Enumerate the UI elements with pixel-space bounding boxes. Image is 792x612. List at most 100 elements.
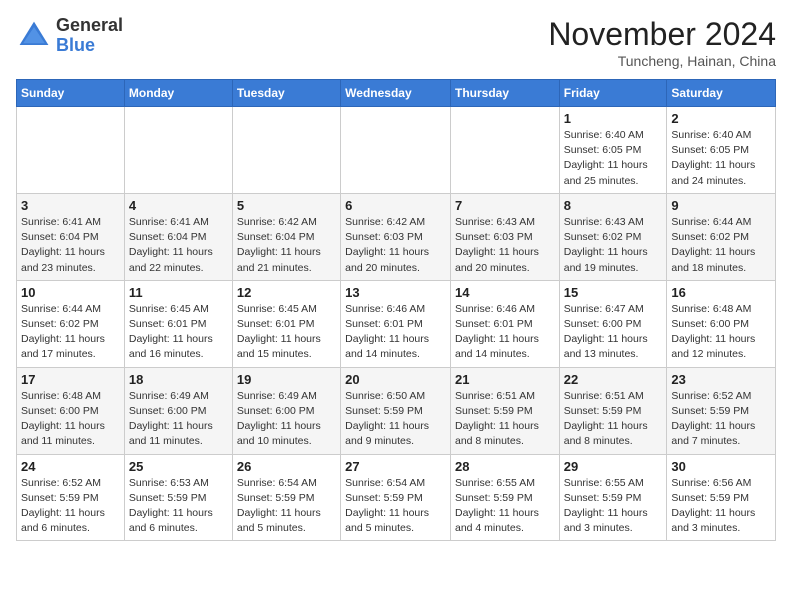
calendar-week-row: 17 Sunrise: 6:48 AM Sunset: 6:00 PM Dayli… xyxy=(17,367,776,454)
calendar-cell: 27 Sunrise: 6:54 AM Sunset: 5:59 PM Dayli… xyxy=(341,454,451,541)
day-info: Sunrise: 6:54 AM Sunset: 5:59 PM Dayligh… xyxy=(345,476,446,537)
day-info: Sunrise: 6:42 AM Sunset: 6:03 PM Dayligh… xyxy=(345,215,446,276)
day-info: Sunrise: 6:48 AM Sunset: 6:00 PM Dayligh… xyxy=(21,389,120,450)
day-info: Sunrise: 6:54 AM Sunset: 5:59 PM Dayligh… xyxy=(237,476,336,537)
calendar-cell: 29 Sunrise: 6:55 AM Sunset: 5:59 PM Dayli… xyxy=(559,454,667,541)
calendar-week-row: 24 Sunrise: 6:52 AM Sunset: 5:59 PM Dayli… xyxy=(17,454,776,541)
day-number: 28 xyxy=(455,459,555,474)
day-number: 25 xyxy=(129,459,228,474)
day-number: 9 xyxy=(671,198,771,213)
calendar-cell: 2 Sunrise: 6:40 AM Sunset: 6:05 PM Daylig… xyxy=(667,107,776,194)
calendar-cell: 25 Sunrise: 6:53 AM Sunset: 5:59 PM Dayli… xyxy=(124,454,232,541)
calendar-cell: 30 Sunrise: 6:56 AM Sunset: 5:59 PM Dayli… xyxy=(667,454,776,541)
day-number: 15 xyxy=(564,285,663,300)
day-number: 19 xyxy=(237,372,336,387)
calendar-cell: 21 Sunrise: 6:51 AM Sunset: 5:59 PM Dayli… xyxy=(450,367,559,454)
weekday-header: Tuesday xyxy=(232,80,340,107)
calendar-cell: 20 Sunrise: 6:50 AM Sunset: 5:59 PM Dayli… xyxy=(341,367,451,454)
day-info: Sunrise: 6:44 AM Sunset: 6:02 PM Dayligh… xyxy=(671,215,771,276)
day-info: Sunrise: 6:46 AM Sunset: 6:01 PM Dayligh… xyxy=(345,302,446,363)
calendar-week-row: 3 Sunrise: 6:41 AM Sunset: 6:04 PM Daylig… xyxy=(17,193,776,280)
calendar-cell xyxy=(124,107,232,194)
day-info: Sunrise: 6:52 AM Sunset: 5:59 PM Dayligh… xyxy=(21,476,120,537)
calendar-cell xyxy=(450,107,559,194)
weekday-header: Thursday xyxy=(450,80,559,107)
day-number: 6 xyxy=(345,198,446,213)
calendar-cell: 23 Sunrise: 6:52 AM Sunset: 5:59 PM Dayli… xyxy=(667,367,776,454)
calendar-cell: 8 Sunrise: 6:43 AM Sunset: 6:02 PM Daylig… xyxy=(559,193,667,280)
day-number: 29 xyxy=(564,459,663,474)
day-number: 17 xyxy=(21,372,120,387)
day-number: 5 xyxy=(237,198,336,213)
day-info: Sunrise: 6:51 AM Sunset: 5:59 PM Dayligh… xyxy=(564,389,663,450)
logo-icon xyxy=(16,18,52,54)
day-number: 7 xyxy=(455,198,555,213)
title-block: November 2024 Tuncheng, Hainan, China xyxy=(548,16,776,69)
day-number: 30 xyxy=(671,459,771,474)
day-info: Sunrise: 6:49 AM Sunset: 6:00 PM Dayligh… xyxy=(129,389,228,450)
day-info: Sunrise: 6:43 AM Sunset: 6:03 PM Dayligh… xyxy=(455,215,555,276)
day-info: Sunrise: 6:45 AM Sunset: 6:01 PM Dayligh… xyxy=(129,302,228,363)
day-info: Sunrise: 6:56 AM Sunset: 5:59 PM Dayligh… xyxy=(671,476,771,537)
day-info: Sunrise: 6:52 AM Sunset: 5:59 PM Dayligh… xyxy=(671,389,771,450)
day-info: Sunrise: 6:51 AM Sunset: 5:59 PM Dayligh… xyxy=(455,389,555,450)
day-number: 3 xyxy=(21,198,120,213)
day-number: 20 xyxy=(345,372,446,387)
day-info: Sunrise: 6:44 AM Sunset: 6:02 PM Dayligh… xyxy=(21,302,120,363)
calendar-cell xyxy=(17,107,125,194)
calendar-cell: 16 Sunrise: 6:48 AM Sunset: 6:00 PM Dayli… xyxy=(667,280,776,367)
day-number: 4 xyxy=(129,198,228,213)
calendar-cell: 11 Sunrise: 6:45 AM Sunset: 6:01 PM Dayli… xyxy=(124,280,232,367)
calendar-cell: 14 Sunrise: 6:46 AM Sunset: 6:01 PM Dayli… xyxy=(450,280,559,367)
day-number: 8 xyxy=(564,198,663,213)
day-info: Sunrise: 6:47 AM Sunset: 6:00 PM Dayligh… xyxy=(564,302,663,363)
day-number: 27 xyxy=(345,459,446,474)
logo: General Blue xyxy=(16,16,123,56)
day-number: 13 xyxy=(345,285,446,300)
calendar-cell: 17 Sunrise: 6:48 AM Sunset: 6:00 PM Dayli… xyxy=(17,367,125,454)
calendar-cell: 22Sunrise: 6:51 AM Sunset: 5:59 PM Dayli… xyxy=(559,367,667,454)
day-info: Sunrise: 6:45 AM Sunset: 6:01 PM Dayligh… xyxy=(237,302,336,363)
day-info: Sunrise: 6:55 AM Sunset: 5:59 PM Dayligh… xyxy=(564,476,663,537)
day-info: Sunrise: 6:42 AM Sunset: 6:04 PM Dayligh… xyxy=(237,215,336,276)
day-info: Sunrise: 6:53 AM Sunset: 5:59 PM Dayligh… xyxy=(129,476,228,537)
day-number: 24 xyxy=(21,459,120,474)
day-number: 11 xyxy=(129,285,228,300)
day-info: Sunrise: 6:41 AM Sunset: 6:04 PM Dayligh… xyxy=(21,215,120,276)
month-title: November 2024 xyxy=(548,16,776,53)
day-number: 2 xyxy=(671,111,771,126)
day-info: Sunrise: 6:43 AM Sunset: 6:02 PM Dayligh… xyxy=(564,215,663,276)
calendar-table: SundayMondayTuesdayWednesdayThursdayFrid… xyxy=(16,79,776,541)
location-subtitle: Tuncheng, Hainan, China xyxy=(548,53,776,69)
calendar-cell: 7 Sunrise: 6:43 AM Sunset: 6:03 PM Daylig… xyxy=(450,193,559,280)
day-number: 23 xyxy=(671,372,771,387)
weekday-header: Friday xyxy=(559,80,667,107)
day-number: 21 xyxy=(455,372,555,387)
logo-text: General Blue xyxy=(56,16,123,56)
calendar-cell: 3 Sunrise: 6:41 AM Sunset: 6:04 PM Daylig… xyxy=(17,193,125,280)
calendar-cell: 18 Sunrise: 6:49 AM Sunset: 6:00 PM Dayli… xyxy=(124,367,232,454)
calendar-cell: 24 Sunrise: 6:52 AM Sunset: 5:59 PM Dayli… xyxy=(17,454,125,541)
calendar-cell: 26Sunrise: 6:54 AM Sunset: 5:59 PM Dayli… xyxy=(232,454,340,541)
weekday-header: Sunday xyxy=(17,80,125,107)
calendar-cell: 10Sunrise: 6:44 AM Sunset: 6:02 PM Dayli… xyxy=(17,280,125,367)
calendar-cell: 28Sunrise: 6:55 AM Sunset: 5:59 PM Dayli… xyxy=(450,454,559,541)
day-info: Sunrise: 6:48 AM Sunset: 6:00 PM Dayligh… xyxy=(671,302,771,363)
calendar-cell: 13 Sunrise: 6:46 AM Sunset: 6:01 PM Dayli… xyxy=(341,280,451,367)
calendar-cell xyxy=(232,107,340,194)
day-info: Sunrise: 6:41 AM Sunset: 6:04 PM Dayligh… xyxy=(129,215,228,276)
calendar-cell: 4 Sunrise: 6:41 AM Sunset: 6:04 PM Daylig… xyxy=(124,193,232,280)
day-info: Sunrise: 6:40 AM Sunset: 6:05 PM Dayligh… xyxy=(671,128,771,189)
calendar-week-row: 1Sunrise: 6:40 AM Sunset: 6:05 PM Daylig… xyxy=(17,107,776,194)
day-number: 14 xyxy=(455,285,555,300)
day-info: Sunrise: 6:46 AM Sunset: 6:01 PM Dayligh… xyxy=(455,302,555,363)
day-number: 16 xyxy=(671,285,771,300)
calendar-cell: 6 Sunrise: 6:42 AM Sunset: 6:03 PM Daylig… xyxy=(341,193,451,280)
calendar-week-row: 10Sunrise: 6:44 AM Sunset: 6:02 PM Dayli… xyxy=(17,280,776,367)
calendar-header-row: SundayMondayTuesdayWednesdayThursdayFrid… xyxy=(17,80,776,107)
day-number: 18 xyxy=(129,372,228,387)
day-info: Sunrise: 6:50 AM Sunset: 5:59 PM Dayligh… xyxy=(345,389,446,450)
calendar-cell: 19Sunrise: 6:49 AM Sunset: 6:00 PM Dayli… xyxy=(232,367,340,454)
calendar-cell: 9 Sunrise: 6:44 AM Sunset: 6:02 PM Daylig… xyxy=(667,193,776,280)
calendar-cell xyxy=(341,107,451,194)
